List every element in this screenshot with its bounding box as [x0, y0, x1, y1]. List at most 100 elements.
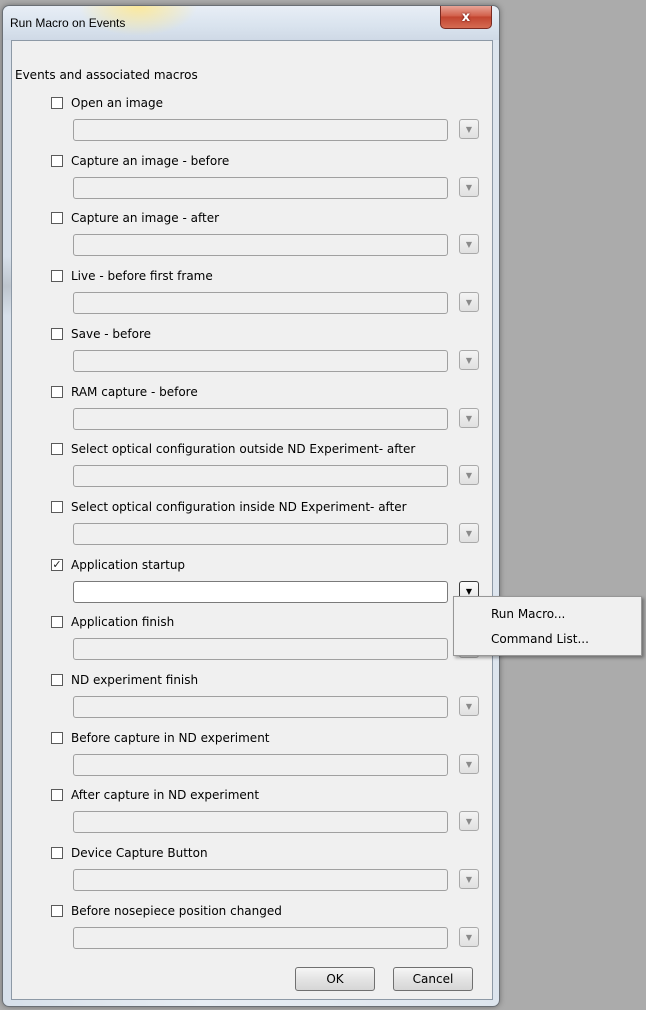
event-label: Before nosepiece position changed — [71, 904, 282, 918]
event-checkbox[interactable] — [51, 789, 63, 801]
chevron-down-icon: ▼ — [465, 413, 473, 423]
context-menu: Run Macro... Command List... — [453, 596, 642, 656]
dropdown-button[interactable]: ▼ — [459, 465, 479, 485]
event-row: Before capture in ND experiment ▼ — [12, 731, 492, 790]
ok-button[interactable]: OK — [295, 967, 375, 991]
dropdown-button[interactable]: ▼ — [459, 696, 479, 716]
dropdown-button[interactable]: ▼ — [459, 811, 479, 831]
menu-item-run-macro[interactable]: Run Macro... — [491, 607, 565, 621]
event-label: Select optical configuration outside ND … — [71, 442, 416, 456]
event-checkbox[interactable] — [51, 270, 63, 282]
macro-combo[interactable] — [73, 119, 448, 141]
event-checkbox[interactable] — [51, 212, 63, 224]
event-row: Device Capture Button ▼ — [12, 846, 492, 905]
macro-combo[interactable] — [73, 927, 448, 949]
chevron-down-icon: ▼ — [465, 932, 473, 942]
event-checkbox[interactable] — [51, 155, 63, 167]
chevron-down-icon: ▼ — [465, 470, 473, 480]
event-row: Select optical configuration inside ND E… — [12, 500, 492, 559]
macro-combo[interactable] — [73, 465, 448, 487]
group-label: Events and associated macros — [15, 68, 198, 82]
dialog-window: Run Macro on Events x Events and associa… — [2, 5, 500, 1007]
chevron-down-icon: ▼ — [465, 874, 473, 884]
event-label: Live - before first frame — [71, 269, 213, 283]
event-checkbox[interactable]: ✓ — [51, 559, 63, 571]
dropdown-button[interactable]: ▼ — [459, 523, 479, 543]
event-checkbox[interactable] — [51, 674, 63, 686]
close-button[interactable]: x — [440, 6, 492, 29]
dropdown-button[interactable]: ▼ — [459, 350, 479, 370]
event-row: Application finish▼ — [12, 615, 492, 674]
event-row: Save - before ▼ — [12, 327, 492, 386]
title-bar[interactable]: Run Macro on Events x — [3, 6, 499, 40]
event-label: RAM capture - before — [71, 385, 198, 399]
event-checkbox[interactable] — [51, 616, 63, 628]
macro-combo[interactable] — [73, 754, 448, 776]
macro-combo[interactable] — [73, 811, 448, 833]
event-row: Open an image ▼ — [12, 96, 492, 155]
macro-combo[interactable] — [73, 408, 448, 430]
check-icon: ✓ — [52, 558, 62, 571]
macro-combo[interactable] — [73, 869, 448, 891]
close-icon: x — [461, 9, 471, 25]
event-row: Capture an image - after ▼ — [12, 211, 492, 270]
cancel-button[interactable]: Cancel — [393, 967, 473, 991]
event-row: After capture in ND experiment ▼ — [12, 788, 492, 847]
chevron-down-icon: ▼ — [465, 816, 473, 826]
event-row: RAM capture - before ▼ — [12, 385, 492, 444]
event-row: Select optical configuration outside ND … — [12, 442, 492, 501]
menu-item-command-list[interactable]: Command List... — [491, 632, 589, 646]
event-checkbox[interactable] — [51, 443, 63, 455]
chevron-down-icon: ▼ — [465, 759, 473, 769]
event-label: ND experiment finish — [71, 673, 199, 687]
event-label: After capture in ND experiment — [71, 788, 260, 802]
event-label: Device Capture Button — [71, 846, 208, 860]
event-checkbox[interactable] — [51, 328, 63, 340]
macro-combo[interactable] — [73, 638, 448, 660]
event-checkbox[interactable] — [51, 732, 63, 744]
dropdown-button[interactable]: ▼ — [459, 927, 479, 947]
dropdown-button[interactable]: ▼ — [459, 119, 479, 139]
event-label: Select optical configuration inside ND E… — [71, 500, 407, 514]
chevron-down-icon: ▼ — [465, 124, 473, 134]
dropdown-button[interactable]: ▼ — [459, 177, 479, 197]
event-checkbox[interactable] — [51, 905, 63, 917]
macro-combo[interactable] — [73, 234, 448, 256]
event-label: Application finish — [71, 615, 175, 629]
window-title: Run Macro on Events — [10, 16, 126, 30]
macro-combo[interactable] — [73, 523, 448, 545]
event-label: Capture an image - after — [71, 211, 220, 225]
macro-combo[interactable] — [73, 350, 448, 372]
chevron-down-icon: ▼ — [465, 528, 473, 538]
chevron-down-icon: ▼ — [465, 701, 473, 711]
dropdown-button[interactable]: ▼ — [459, 754, 479, 774]
dialog-client-area: Events and associated macros Open an ima… — [11, 40, 493, 1000]
chevron-down-icon: ▼ — [465, 182, 473, 192]
event-label: Application startup — [71, 558, 186, 572]
chevron-down-icon: ▼ — [465, 239, 473, 249]
event-label: Save - before — [71, 327, 152, 341]
dropdown-button[interactable]: ▼ — [459, 234, 479, 254]
event-label: Capture an image - before — [71, 154, 230, 168]
macro-combo[interactable] — [73, 696, 448, 718]
event-label: Before capture in ND experiment — [71, 731, 270, 745]
event-checkbox[interactable] — [51, 386, 63, 398]
chevron-down-icon: ▼ — [465, 297, 473, 307]
chevron-down-icon: ▼ — [465, 355, 473, 365]
dropdown-button[interactable]: ▼ — [459, 869, 479, 889]
dropdown-button[interactable]: ▼ — [459, 408, 479, 428]
event-row: Before nosepiece position changed ▼ — [12, 904, 492, 963]
event-row: Capture an image - before ▼ — [12, 154, 492, 213]
macro-combo[interactable] — [73, 292, 448, 314]
event-label: Open an image — [71, 96, 164, 110]
event-checkbox[interactable] — [51, 847, 63, 859]
event-checkbox[interactable] — [51, 501, 63, 513]
event-row: Live - before first frame ▼ — [12, 269, 492, 328]
dropdown-button[interactable]: ▼ — [459, 292, 479, 312]
event-checkbox[interactable] — [51, 97, 63, 109]
event-row: ND experiment finish ▼ — [12, 673, 492, 732]
macro-combo[interactable] — [73, 581, 448, 603]
chevron-down-icon: ▼ — [465, 586, 473, 596]
event-row: ✓ Application startup ▼ — [12, 558, 492, 617]
macro-combo[interactable] — [73, 177, 448, 199]
